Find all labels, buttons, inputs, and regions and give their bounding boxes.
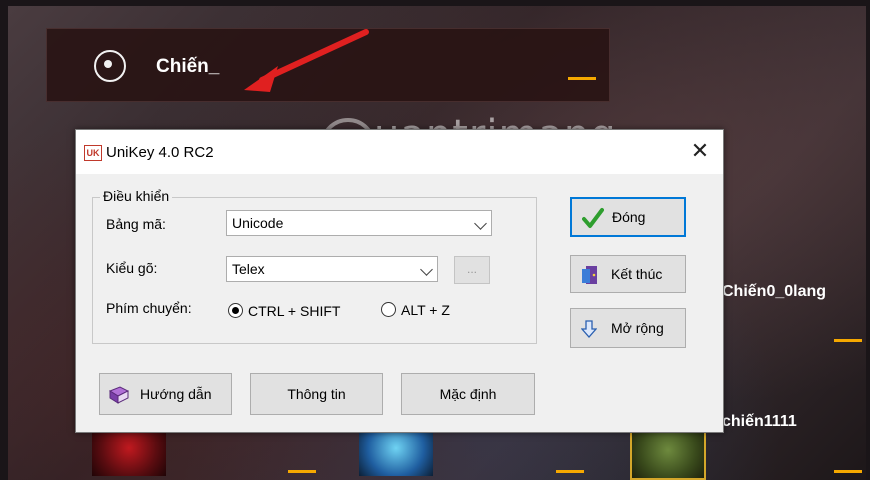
red-arrow-annotation-icon bbox=[244, 29, 369, 92]
close-window-button[interactable]: ✕ bbox=[677, 130, 723, 174]
default-button[interactable]: Mặc định bbox=[401, 373, 535, 415]
charset-label: Bảng mã: bbox=[106, 216, 166, 232]
guide-label: Hướng dẫn bbox=[140, 386, 212, 402]
alt-z-radio[interactable] bbox=[381, 302, 396, 317]
window-title: UniKey 4.0 RC2 bbox=[106, 144, 214, 161]
book-icon bbox=[108, 386, 130, 404]
input-method-select[interactable]: Telex bbox=[226, 256, 438, 282]
switch-key-label: Phím chuyển: bbox=[106, 300, 192, 316]
highlight-dash bbox=[834, 470, 862, 473]
player-name-2: Chiến0_0lang bbox=[722, 283, 827, 300]
ctrl-shift-radio[interactable] bbox=[228, 303, 243, 318]
highlight-dash bbox=[568, 77, 596, 80]
charset-value: Unicode bbox=[232, 215, 284, 231]
player-name-3: chiến1111 bbox=[722, 413, 797, 430]
info-label: Thông tin bbox=[287, 386, 346, 402]
close-dialog-label: Đóng bbox=[612, 209, 646, 225]
player-name: Chiến_ bbox=[156, 56, 220, 77]
expand-label: Mở rộng bbox=[611, 320, 664, 336]
info-button[interactable]: Thông tin bbox=[250, 373, 383, 415]
chevron-down-icon bbox=[420, 263, 433, 276]
exit-label: Kết thúc bbox=[611, 266, 663, 282]
title-bar[interactable]: UK UniKey 4.0 RC2 ✕ bbox=[76, 130, 723, 174]
input-method-label: Kiểu gõ: bbox=[106, 260, 158, 276]
close-dialog-button[interactable]: Đóng bbox=[570, 197, 686, 237]
input-method-value: Telex bbox=[232, 261, 265, 277]
exit-button[interactable]: Kết thúc bbox=[570, 255, 686, 293]
chevron-down-icon bbox=[474, 217, 487, 230]
check-icon bbox=[582, 208, 604, 228]
default-label: Mặc định bbox=[439, 386, 497, 402]
input-method-options-button[interactable]: ... bbox=[454, 256, 490, 284]
guide-button[interactable]: Hướng dẫn bbox=[99, 373, 232, 415]
unikey-app-icon: UK bbox=[84, 145, 102, 161]
alt-z-label[interactable]: ALT + Z bbox=[401, 302, 450, 318]
unikey-dialog: UK UniKey 4.0 RC2 ✕ Điều khiển Bảng mã: … bbox=[75, 129, 724, 433]
highlight-dash bbox=[556, 470, 584, 473]
highlight-dash bbox=[288, 470, 316, 473]
ctrl-shift-label[interactable]: CTRL + SHIFT bbox=[248, 303, 340, 319]
exit-door-icon bbox=[582, 266, 597, 284]
charset-select[interactable]: Unicode bbox=[226, 210, 492, 236]
player-avatar-icon bbox=[94, 50, 126, 82]
expand-button[interactable]: Mở rộng bbox=[570, 308, 686, 348]
arrow-down-icon bbox=[581, 320, 597, 338]
controls-group-title: Điều khiển bbox=[100, 188, 173, 204]
highlight-dash bbox=[834, 339, 862, 342]
